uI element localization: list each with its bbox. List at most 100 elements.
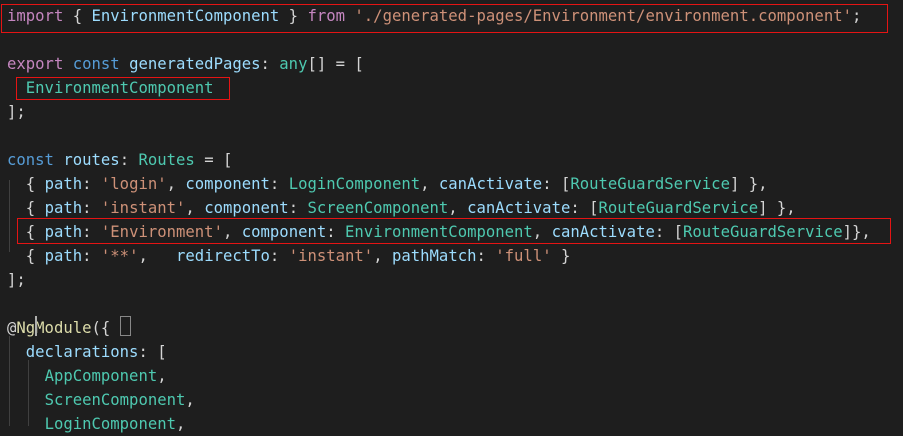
- code-token: : [: [542, 175, 571, 193]
- code-token: routes: [63, 151, 120, 169]
- code-token: ScreenComponent: [44, 391, 186, 409]
- code-token: {: [63, 7, 92, 25]
- code-token: :: [82, 223, 101, 241]
- code-token: EnvironmentComponent: [91, 7, 280, 25]
- code-token: : [: [570, 199, 599, 217]
- code-token: :: [82, 199, 101, 217]
- code-line[interactable]: ];: [7, 100, 26, 124]
- code-line[interactable]: import { EnvironmentComponent } from './…: [7, 4, 861, 28]
- code-token: canActivate: [467, 199, 571, 217]
- indent-guide: [9, 180, 10, 252]
- code-token: {: [7, 247, 45, 265]
- code-token: :: [269, 247, 289, 265]
- code-token: export: [7, 55, 64, 73]
- code-token: ,: [448, 199, 468, 217]
- code-token: {: [7, 199, 45, 217]
- code-token: ,: [185, 199, 205, 217]
- code-token: {: [7, 175, 45, 193]
- code-token: ] },: [758, 199, 796, 217]
- code-token: pathMatch: [391, 247, 477, 265]
- code-token: RouteGuardService: [598, 199, 759, 217]
- code-token: canActivate: [438, 175, 543, 193]
- code-token: :: [119, 151, 139, 169]
- code-token: ] },: [729, 175, 768, 193]
- code-token: Routes: [138, 151, 195, 169]
- code-line[interactable]: @NgModule({: [7, 316, 110, 340]
- code-token: ,: [532, 223, 552, 241]
- code-token: 'instant': [100, 199, 186, 217]
- code-token: {: [7, 223, 45, 241]
- code-token: declarations: [25, 343, 139, 361]
- code-token: :: [326, 223, 346, 241]
- indent-guide: [28, 360, 29, 426]
- code-line[interactable]: { path: '**', redirectTo: 'instant', pat…: [7, 244, 571, 268]
- code-line[interactable]: { path: 'instant', component: ScreenComp…: [7, 196, 796, 220]
- code-token: ,: [373, 247, 392, 265]
- code-token: canActivate: [551, 223, 655, 241]
- code-token: }: [551, 247, 571, 265]
- code-token: component: [185, 175, 270, 193]
- code-token: redirectTo: [176, 247, 270, 265]
- code-token: AppComponent: [44, 367, 158, 385]
- code-line[interactable]: EnvironmentComponent: [7, 76, 214, 100]
- code-token: EnvironmentComponent: [345, 223, 533, 241]
- code-token: ,: [222, 223, 242, 241]
- code-token: path: [44, 223, 83, 241]
- code-token: '**': [100, 247, 139, 265]
- code-token: ({: [91, 319, 111, 337]
- code-line[interactable]: export const generatedPages: any[] = [: [7, 52, 364, 76]
- code-token: ,: [166, 175, 186, 193]
- code-token: ];: [7, 103, 26, 121]
- code-token: :: [269, 175, 289, 193]
- code-token: :: [82, 247, 101, 265]
- code-token: const: [7, 151, 54, 169]
- code-line[interactable]: { path: 'login', component: LoginCompone…: [7, 172, 768, 196]
- code-token: NgModule: [16, 319, 92, 337]
- code-line[interactable]: LoginComponent,: [7, 412, 186, 436]
- code-token: ,: [185, 391, 195, 409]
- code-token: : [: [654, 223, 684, 241]
- code-line[interactable]: ScreenComponent,: [7, 388, 195, 412]
- code-token: [] = [: [307, 55, 364, 73]
- code-token: generatedPages: [129, 55, 261, 73]
- code-token: ScreenComponent: [307, 199, 449, 217]
- code-token: ,: [420, 175, 439, 193]
- code-token: RouteGuardService: [683, 223, 843, 241]
- code-token: LoginComponent: [44, 415, 176, 433]
- indent-guide: [9, 336, 10, 426]
- code-token: @: [7, 319, 17, 337]
- code-token: component: [204, 199, 289, 217]
- code-line[interactable]: declarations: [: [7, 340, 167, 364]
- code-token: 'instant': [288, 247, 374, 265]
- code-line[interactable]: ];: [7, 268, 26, 292]
- bracket-match-highlight: [120, 316, 131, 336]
- code-token: = [: [194, 151, 233, 169]
- code-line[interactable]: const routes: Routes = [: [7, 148, 232, 172]
- code-token: path: [44, 247, 83, 265]
- code-token: ];: [7, 271, 26, 289]
- code-token: ,: [176, 415, 186, 433]
- code-token: 'full': [495, 247, 552, 265]
- code-token: LoginComponent: [288, 175, 421, 193]
- code-token: :: [476, 247, 496, 265]
- code-token: :: [288, 199, 308, 217]
- code-token: RouteGuardService: [570, 175, 730, 193]
- code-token: ;: [851, 7, 862, 25]
- code-token: 'Environment': [100, 223, 223, 241]
- code-token: : [: [138, 343, 167, 361]
- code-line[interactable]: { path: 'Environment', component: Enviro…: [7, 220, 871, 244]
- code-token: ,: [157, 367, 167, 385]
- code-editor[interactable]: import { EnvironmentComponent } from './…: [0, 0, 903, 433]
- code-token: component: [241, 223, 327, 241]
- code-line[interactable]: AppComponent,: [7, 364, 167, 388]
- code-token: path: [44, 175, 83, 193]
- code-token: ,: [138, 247, 177, 265]
